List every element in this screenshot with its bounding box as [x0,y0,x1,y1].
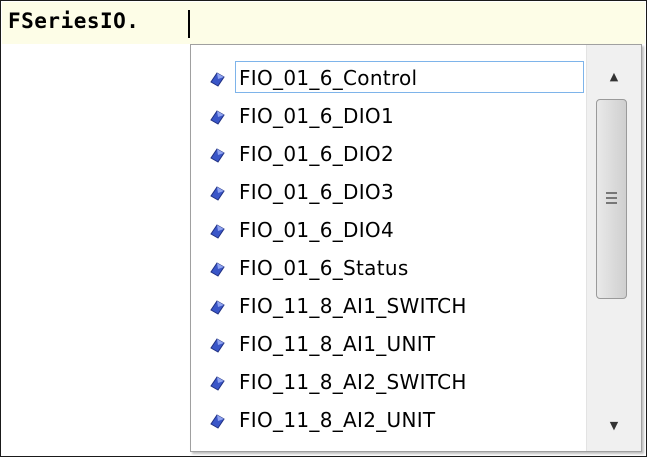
vertical-scrollbar[interactable]: ▲ ▼ [586,45,641,451]
autocomplete-item[interactable]: FIO_01_6_DIO1 [191,97,586,135]
autocomplete-item-label: FIO_11_8_AI2_SWITCH [239,370,467,394]
member-icon [210,262,225,277]
autocomplete-item[interactable]: FIO_01_6_DIO4 [191,211,586,249]
autocomplete-item[interactable]: FIO_11_8_AI1_SWITCH [191,287,586,325]
autocomplete-item[interactable]: FIO_01_6_Status [191,249,586,287]
member-icon [210,414,225,429]
editor-current-line[interactable]: FSeriesIO. [2,2,645,44]
autocomplete-item-label: FIO_01_6_DIO3 [239,180,394,204]
autocomplete-item[interactable]: FIO_01_6_DIO2 [191,135,586,173]
member-icon [210,224,225,239]
code-editor[interactable]: FSeriesIO. FIO_01_6_Control FIO_01_6_DIO… [0,0,647,457]
member-icon [210,110,225,125]
autocomplete-item[interactable]: FIO_01_6_Control [191,59,586,97]
autocomplete-item-label: FIO_01_6_Status [239,256,409,280]
member-icon [210,186,225,201]
autocomplete-item[interactable]: FIO_11_8_AI2_SWITCH [191,363,586,401]
scrollbar-thumb[interactable] [596,99,627,299]
autocomplete-list[interactable]: FIO_01_6_Control FIO_01_6_DIO1 FIO_01_6_… [191,45,586,451]
member-icon [210,148,225,163]
member-icon [210,72,225,87]
autocomplete-item-label: FIO_11_8_AI1_UNIT [239,332,436,356]
autocomplete-item-label: FIO_01_6_DIO2 [239,142,394,166]
member-icon [210,376,225,391]
scroll-up-arrow-icon[interactable]: ▲ [595,58,633,96]
grip-icon [606,192,617,206]
autocomplete-item-label: FIO_01_6_DIO4 [239,218,394,242]
autocomplete-item-label: FIO_11_8_AI1_SWITCH [239,294,467,318]
autocomplete-item-label: FIO_01_6_DIO1 [239,104,394,128]
autocomplete-item[interactable]: FIO_11_8_AI2_UNIT [191,401,586,439]
text-caret [188,10,190,38]
autocomplete-item[interactable]: FIO_01_6_DIO3 [191,173,586,211]
member-icon [210,338,225,353]
autocomplete-item-label: FIO_11_8_AI2_UNIT [239,408,436,432]
autocomplete-popup[interactable]: FIO_01_6_Control FIO_01_6_DIO1 FIO_01_6_… [190,44,642,452]
member-icon [210,300,225,315]
autocomplete-item[interactable]: FIO_11_8_AI1_UNIT [191,325,586,363]
editor-text: FSeriesIO. [8,9,140,33]
autocomplete-item-label: FIO_01_6_Control [239,66,418,90]
scroll-down-arrow-icon[interactable]: ▼ [595,407,633,445]
